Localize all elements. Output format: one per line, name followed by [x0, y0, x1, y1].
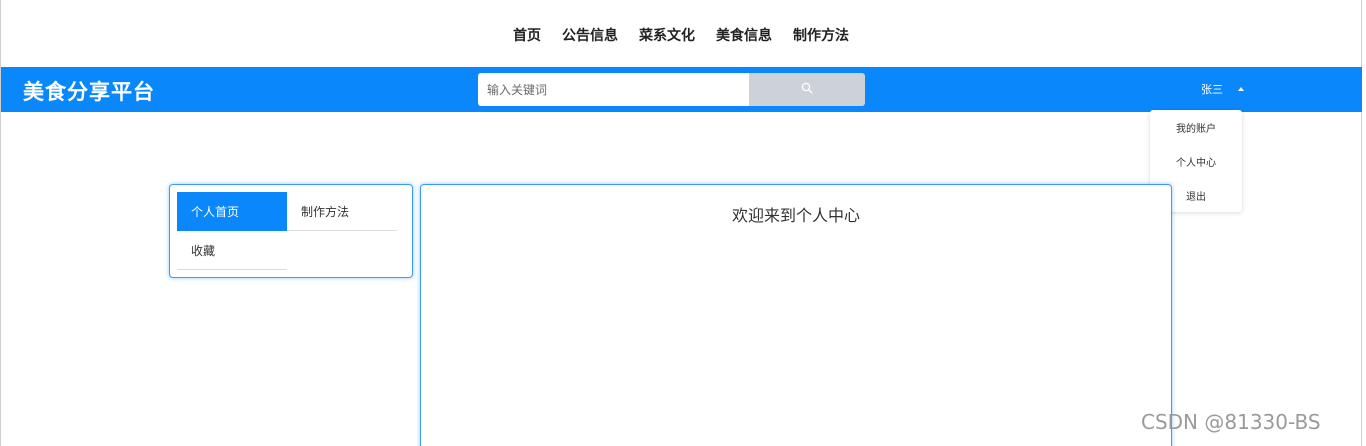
brand-logo-text[interactable]: 美食分享平台	[23, 76, 155, 106]
caret-up-icon	[1238, 87, 1244, 91]
side-item-personal-home[interactable]: 个人首页	[177, 192, 287, 231]
nav-item-cuisine-culture[interactable]: 菜系文化	[639, 25, 695, 45]
side-menu: 个人首页 制作方法 收藏	[169, 184, 413, 278]
top-nav: 首页 公告信息 菜系文化 美食信息 制作方法	[0, 0, 1362, 67]
nav-item-home[interactable]: 首页	[513, 25, 541, 45]
nav-item-announcements[interactable]: 公告信息	[562, 25, 618, 45]
header-bar: 美食分享平台 张三	[1, 67, 1362, 112]
dropdown-item-my-account[interactable]: 我的账户	[1150, 110, 1242, 144]
main-panel: 欢迎来到个人中心	[420, 184, 1172, 446]
user-name: 张三	[1201, 83, 1223, 96]
search-button[interactable]	[749, 73, 865, 106]
welcome-heading: 欢迎来到个人中心	[731, 206, 860, 225]
nav-item-recipes[interactable]: 制作方法	[793, 25, 849, 45]
side-item-recipes[interactable]: 制作方法	[287, 192, 397, 231]
search-icon	[801, 82, 813, 97]
side-item-favorites[interactable]: 收藏	[177, 231, 287, 270]
dropdown-item-personal-center[interactable]: 个人中心	[1150, 144, 1242, 178]
nav-item-food-info[interactable]: 美食信息	[716, 25, 772, 45]
user-menu[interactable]: 张三	[1201, 81, 1244, 97]
watermark: CSDN @81330-BS	[1141, 410, 1321, 434]
search-input[interactable]	[478, 73, 750, 106]
